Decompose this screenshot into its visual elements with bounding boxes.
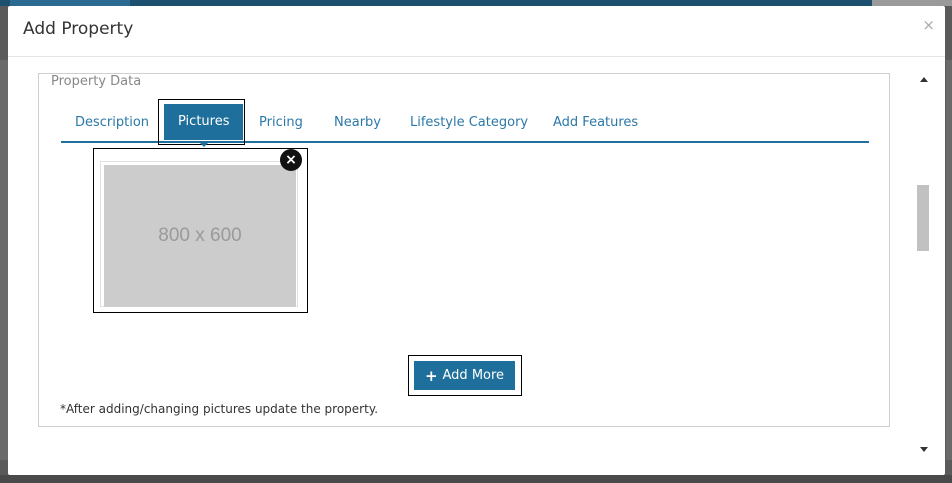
tab-pictures[interactable]: Pictures [164,104,244,140]
scroll-down-icon[interactable] [920,447,928,452]
property-data-legend: Property Data [46,74,147,89]
background-bottom [0,475,952,483]
close-icon[interactable]: × [922,16,935,34]
scroll-thumb[interactable] [917,185,929,251]
add-property-modal: Add Property × Property Data Description… [8,6,945,475]
tab-description[interactable]: Description [75,104,149,140]
tab-nearby[interactable]: Nearby [334,104,381,140]
property-tabs: Description Pictures Pricing Nearby Life… [61,104,869,143]
scroll-up-icon[interactable] [920,77,928,82]
modal-body: Property Data Description Pictures Prici… [8,57,945,475]
picture-placeholder: 800 x 600 [104,165,296,307]
modal-scrollbar[interactable] [917,73,931,457]
remove-picture-icon[interactable]: × [280,149,302,171]
modal-header: Add Property × [8,6,945,57]
active-tab-caret [198,141,210,147]
tab-add-features[interactable]: Add Features [553,104,638,140]
modal-title: Add Property [23,19,134,39]
tab-pricing[interactable]: Pricing [259,104,303,140]
background-left-edge [0,60,8,460]
tab-lifestyle-category[interactable]: Lifestyle Category [410,104,528,140]
add-more-label: Add More [442,368,505,383]
add-more-button[interactable]: + Add More [414,361,515,390]
pictures-note: *After adding/changing pictures update t… [60,402,379,416]
plus-icon: + [424,366,438,385]
background-right-edge [946,60,952,460]
